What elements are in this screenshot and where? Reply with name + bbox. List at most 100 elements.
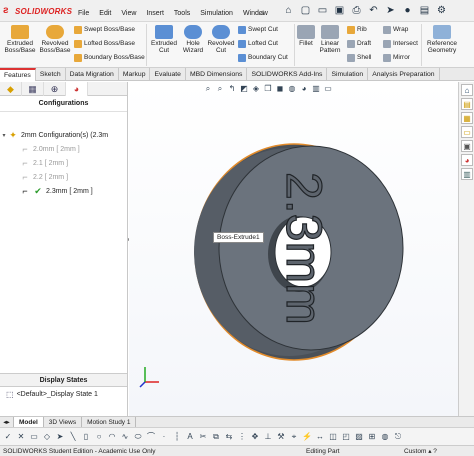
sketch-picture-icon[interactable]: ▨ (354, 432, 364, 442)
point-icon[interactable]: · (159, 432, 169, 442)
linear-pattern-button[interactable]: Linear Pattern (317, 25, 343, 54)
property-manager-tab-icon[interactable]: ▦ (22, 82, 44, 96)
tab-mbd-dimensions[interactable]: MBD Dimensions (186, 68, 248, 81)
menu-edit[interactable]: Edit (99, 10, 111, 17)
menu-file[interactable]: File (78, 10, 89, 17)
print-icon[interactable]: ⎙ (350, 4, 363, 17)
menu-simulation[interactable]: Simulation (200, 10, 233, 17)
line-icon[interactable]: ╲ (68, 432, 78, 442)
new-document-icon[interactable]: ▢ (299, 4, 312, 17)
extruded-cut-button[interactable]: Extruded Cut (149, 25, 179, 54)
reference-geometry-button[interactable]: Reference Geometry (424, 25, 460, 54)
boundary-cut-button[interactable]: Boundary Cut (238, 54, 288, 62)
centerline-icon[interactable]: ┆ (172, 432, 182, 442)
tab-markup[interactable]: Markup (119, 68, 151, 81)
pin-icon[interactable]: ⊿ (258, 9, 266, 17)
arc-icon[interactable]: ◠ (107, 432, 117, 442)
tab-analysis-preparation[interactable]: Analysis Preparation (368, 68, 440, 81)
part-model-svg[interactable]: 2.3mm (129, 82, 458, 416)
options-gear-icon[interactable]: ⚙ (435, 4, 448, 17)
tab-features[interactable]: Features (0, 68, 36, 81)
tab-sketch[interactable]: Sketch (36, 68, 66, 81)
sketch-color-icon[interactable]: ◍ (380, 432, 390, 442)
config-item-2-2[interactable]: ⌐ 2.2 [ 2mm ] (0, 170, 127, 184)
collapse-arrow-icon[interactable]: ▾ (0, 132, 8, 139)
configuration-manager-tab-icon[interactable]: ⊕ (44, 82, 66, 96)
graphics-area[interactable]: ⌕ ⌕ ↰ ◩ ◈ ❒ ◼ ◍ ◕ ▥ ▭ 2.3mm Boss-Extrude… (129, 82, 458, 416)
trim-icon[interactable]: ✂ (198, 432, 208, 442)
menu-insert[interactable]: Insert (146, 10, 164, 17)
revolved-boss-button[interactable]: Revolved Boss/Base (38, 25, 72, 54)
file-properties-icon[interactable]: ▤ (418, 4, 431, 17)
swept-cut-button[interactable]: Swept Cut (238, 26, 278, 34)
menu-tools[interactable]: Tools (174, 10, 190, 17)
display-manager-tab-icon[interactable]: ◕ (66, 82, 88, 96)
mirror-button[interactable]: Mirror (383, 54, 410, 62)
shaded-sketch-icon[interactable]: ◫ (328, 432, 338, 442)
offset-icon[interactable]: ⧉ (211, 432, 221, 442)
wrap-button[interactable]: Wrap (383, 26, 408, 34)
select-icon[interactable]: ➤ (55, 432, 65, 442)
smart-dimension-icon[interactable]: ◇ (42, 432, 52, 442)
config-item-2-3mm-active[interactable]: ⌐ ✔ 2.3mm [ 2mm ] (0, 184, 127, 198)
extruded-boss-button[interactable]: Extruded Boss/Base (3, 25, 37, 54)
config-item-2-1[interactable]: ⌐ 2.1 [ 2mm ] (0, 156, 127, 170)
open-folder-icon[interactable]: ▭ (316, 4, 329, 17)
circle-icon[interactable]: ○ (94, 432, 104, 442)
3d-sketch-icon[interactable]: ◰ (341, 432, 351, 442)
fillet-sketch-icon[interactable]: ⌒ (146, 432, 156, 442)
boundary-boss-button[interactable]: Boundary Boss/Base (74, 54, 145, 62)
exit-sketch-icon[interactable]: ⎋ (393, 432, 403, 442)
app-logo[interactable]: ƨ SOLIDWORKS (3, 5, 72, 17)
tab-solidworks-addins[interactable]: SOLIDWORKS Add-Ins (247, 68, 328, 81)
intersect-button[interactable]: Intersect (383, 40, 418, 48)
tab-data-migration[interactable]: Data Migration (66, 68, 119, 81)
swept-boss-button[interactable]: Swept Boss/Base (74, 26, 135, 34)
resources-icon[interactable]: ▤ (461, 98, 473, 110)
tab-evaluate[interactable]: Evaluate (150, 68, 186, 81)
home-task-pane-icon[interactable]: ⌂ (461, 84, 473, 96)
save-icon[interactable]: ▣ (333, 4, 346, 17)
config-root[interactable]: ▾ ✦ 2mm Configuration(s) (2.3m (0, 128, 127, 142)
shell-button[interactable]: Shell (347, 54, 371, 62)
rectangle-icon[interactable]: ▯ (81, 432, 91, 442)
units-selector[interactable]: Custom ▴ ? (404, 446, 437, 456)
repair-sketch-icon[interactable]: ⚒ (276, 432, 286, 442)
rib-button[interactable]: Rib (347, 26, 367, 34)
instant-2d-icon[interactable]: ↔ (315, 432, 325, 442)
help-icon[interactable]: ? (433, 448, 437, 455)
config-item-2-0mm[interactable]: ⌐ 2.0mm [ 2mm ] (0, 142, 127, 156)
hole-wizard-button[interactable]: Hole Wizard (180, 25, 206, 54)
fillet-button[interactable]: Fillet (296, 25, 316, 47)
linear-pattern-sketch-icon[interactable]: ⋮ (237, 432, 247, 442)
relations-icon[interactable]: ⊥ (263, 432, 273, 442)
file-explorer-icon[interactable]: ▭ (461, 126, 473, 138)
sketch-grid-icon[interactable]: ⊞ (367, 432, 377, 442)
undo-icon[interactable]: ↶ (367, 4, 380, 17)
feature-manager-tab-icon[interactable]: ◆ (0, 82, 22, 96)
spline-icon[interactable]: ∿ (120, 432, 130, 442)
menu-view[interactable]: View (121, 10, 136, 17)
ok-icon[interactable]: ✓ (3, 432, 13, 442)
rapid-sketch-icon[interactable]: ⚡ (302, 432, 312, 442)
mirror-entities-icon[interactable]: ⇆ (224, 432, 234, 442)
cancel-icon[interactable]: ✕ (16, 432, 26, 442)
display-state-item[interactable]: ⬚ <Default>_Display State 1 (6, 390, 98, 399)
text-icon[interactable]: A (185, 432, 195, 442)
select-arrow-icon[interactable]: ➤ (384, 4, 397, 17)
custom-properties-icon[interactable]: ▥ (461, 168, 473, 180)
revolved-cut-button[interactable]: Revolved Cut (207, 25, 235, 54)
design-library-icon[interactable]: ▦ (461, 112, 473, 124)
lofted-boss-button[interactable]: Lofted Boss/Base (74, 40, 135, 48)
draft-button[interactable]: Draft (347, 40, 371, 48)
rebuild-icon[interactable]: ● (401, 4, 414, 17)
lofted-cut-button[interactable]: Lofted Cut (238, 40, 278, 48)
move-entities-icon[interactable]: ✥ (250, 432, 260, 442)
quick-snaps-icon[interactable]: ⌖ (289, 432, 299, 442)
ellipse-icon[interactable]: ⬭ (133, 432, 143, 442)
sketch-icon[interactable]: ▭ (29, 432, 39, 442)
appearances-icon[interactable]: ◕ (461, 154, 473, 166)
tab-simulation[interactable]: Simulation (327, 68, 369, 81)
home-icon[interactable]: ⌂ (282, 4, 295, 17)
view-palette-icon[interactable]: ▣ (461, 140, 473, 152)
